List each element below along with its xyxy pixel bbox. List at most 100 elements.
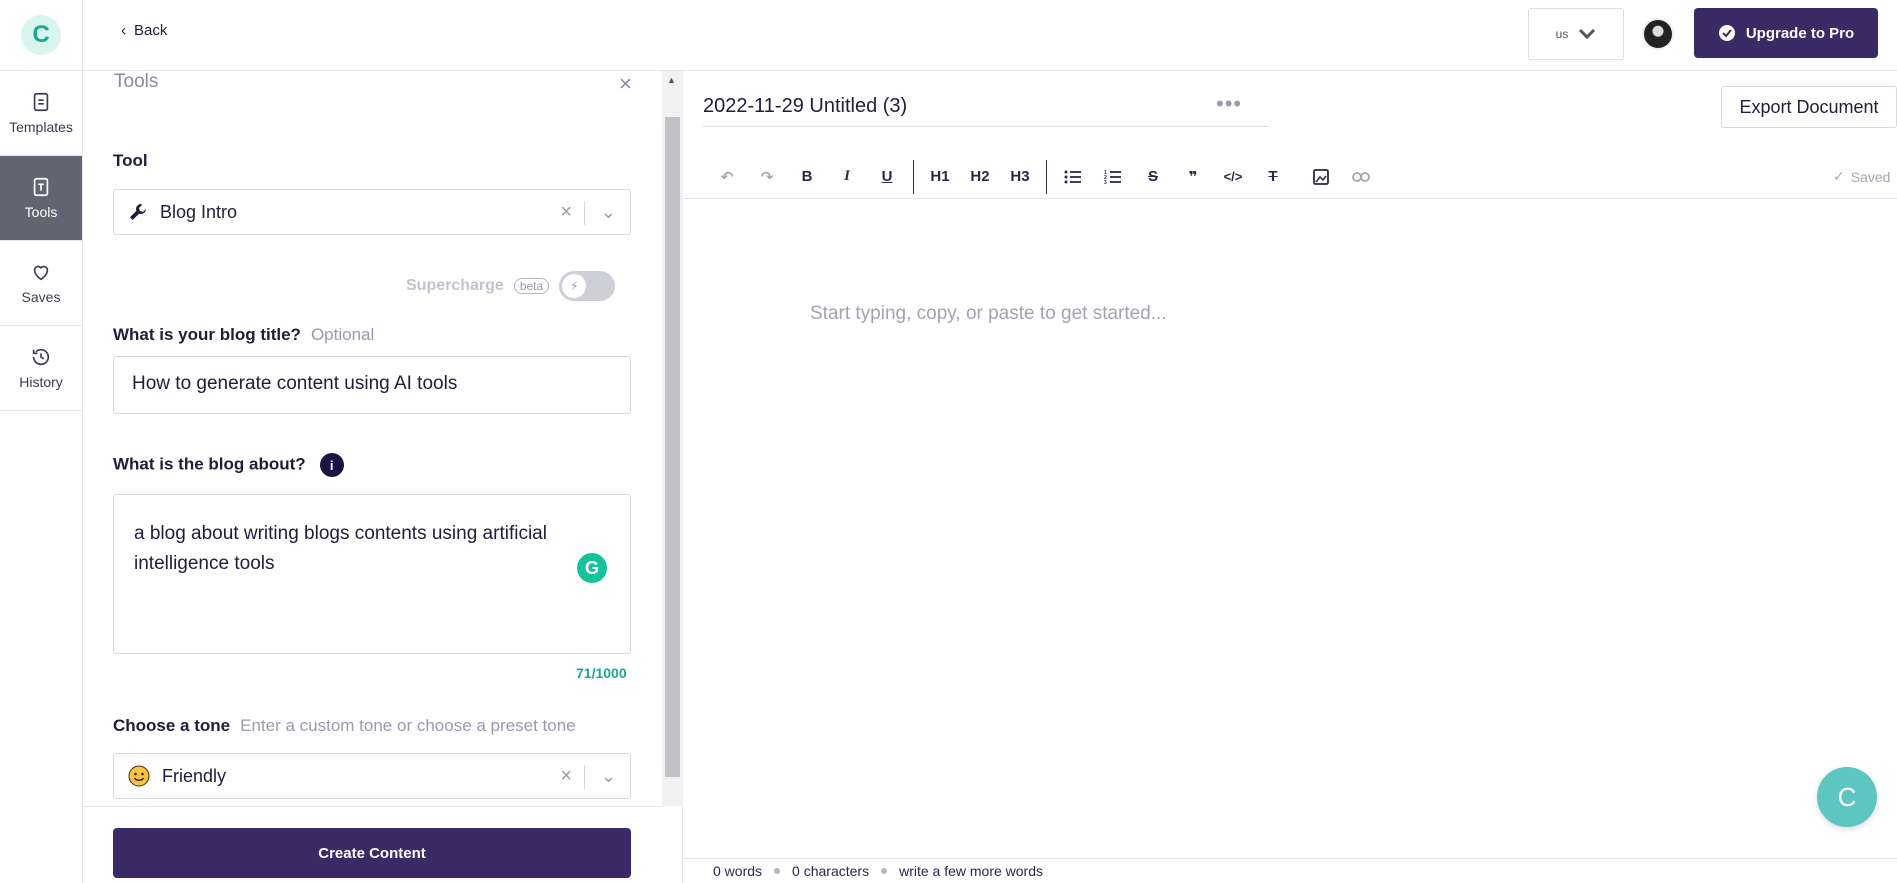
- code-icon[interactable]: </>: [1213, 160, 1253, 194]
- status-bar: 0 words 0 characters write a few more wo…: [683, 858, 1897, 883]
- formatting-toolbar: ↶ ↷ B I U H1 H2 H3 123 S ❞ </> T ✓ Saved: [683, 155, 1897, 199]
- supercharge-label: Supercharge: [406, 277, 504, 294]
- tool-select[interactable]: Blog Intro × ⌄: [113, 189, 631, 235]
- scrollbar-thumb[interactable]: [665, 117, 680, 777]
- tone-hint: Enter a custom tone or choose a preset t…: [240, 716, 576, 735]
- tone-select[interactable]: Friendly × ⌄: [113, 753, 631, 799]
- word-count: 0 words: [713, 863, 763, 879]
- chevron-down-icon[interactable]: ⌄: [601, 766, 616, 787]
- bullet-list-icon[interactable]: [1053, 160, 1093, 194]
- chat-launcher-button[interactable]: C: [1817, 767, 1877, 827]
- divider: [584, 765, 585, 789]
- blog-about-label-text: What is the blog about?: [113, 454, 306, 474]
- badge-check-icon: [1718, 25, 1735, 41]
- avatar[interactable]: [1642, 18, 1674, 50]
- app: C Templates Tools Saves History ‹ Back u…: [0, 0, 1897, 883]
- supercharge-toggle[interactable]: ⚡: [559, 271, 616, 301]
- h1-button[interactable]: H1: [920, 160, 960, 194]
- redo-icon[interactable]: ↷: [747, 160, 787, 194]
- wrench-icon: [128, 202, 148, 222]
- blog-title-label: What is your blog title? Optional: [113, 325, 374, 345]
- grammarly-icon[interactable]: G: [577, 553, 607, 583]
- underline-button[interactable]: U: [867, 160, 907, 194]
- top-bar: ‹ Back us Upgrade to Pro: [83, 0, 1897, 71]
- separator-dot: [774, 868, 781, 874]
- separator-dot: [881, 868, 888, 874]
- country-select[interactable]: us: [1528, 8, 1624, 60]
- close-icon[interactable]: ×: [619, 71, 632, 97]
- logo-icon: C: [21, 15, 61, 55]
- blockquote-icon[interactable]: ❞: [1173, 160, 1213, 194]
- undo-icon[interactable]: ↶: [707, 160, 747, 194]
- rail-item-label: Saves: [21, 289, 61, 305]
- clear-format-icon[interactable]: T: [1253, 160, 1293, 194]
- blog-title-label-text: What is your blog title?: [113, 325, 301, 344]
- scroll-up-icon[interactable]: ▲: [667, 75, 676, 85]
- rail-item-tools[interactable]: Tools: [0, 156, 82, 241]
- smile-icon: [128, 765, 150, 787]
- lightning-icon: ⚡: [562, 274, 587, 298]
- rail-item-saves[interactable]: Saves: [0, 241, 82, 326]
- panel-title: Tools: [114, 71, 159, 92]
- bold-button[interactable]: B: [787, 160, 827, 194]
- saved-status: ✓ Saved: [1833, 168, 1890, 185]
- app-logo[interactable]: C: [0, 0, 82, 71]
- info-icon[interactable]: i: [319, 453, 344, 477]
- link-icon[interactable]: [1341, 160, 1381, 194]
- upgrade-label: Upgrade to Pro: [1745, 24, 1855, 42]
- document-title[interactable]: 2022-11-29 Untitled (3): [703, 95, 907, 118]
- strikethrough-icon[interactable]: S: [1133, 160, 1173, 194]
- ordered-list-icon[interactable]: 123: [1093, 160, 1133, 194]
- check-icon: ✓: [1833, 168, 1845, 184]
- blog-title-value: How to generate content using AI tools: [132, 373, 458, 394]
- tone-label-text: Choose a tone: [113, 716, 231, 735]
- status-hint: write a few more words: [899, 863, 1044, 879]
- clear-icon[interactable]: ×: [560, 765, 572, 788]
- svg-text:3: 3: [1104, 180, 1107, 185]
- upgrade-button[interactable]: Upgrade to Pro: [1694, 8, 1878, 58]
- character-count: 0 characters: [792, 863, 870, 879]
- chevron-down-icon[interactable]: ⌄: [601, 202, 616, 223]
- italic-button[interactable]: I: [827, 160, 867, 194]
- toolbar-divider: [913, 159, 914, 194]
- beta-badge: beta: [513, 278, 550, 294]
- character-counter: 71/1000: [576, 665, 627, 681]
- saved-label: Saved: [1850, 168, 1891, 185]
- image-icon[interactable]: [1301, 160, 1341, 194]
- chevron-left-icon: ‹: [121, 22, 126, 39]
- tool-label: Tool: [113, 151, 148, 170]
- toolbar-divider: [1046, 159, 1047, 194]
- chevron-down-icon: [1579, 28, 1596, 40]
- country-value: us: [1555, 27, 1569, 41]
- rail-item-label: Tools: [24, 204, 58, 220]
- supercharge-row: Supercharge beta ⚡: [406, 271, 616, 301]
- blog-about-textarea[interactable]: a blog about writing blogs contents usin…: [113, 494, 631, 654]
- optional-hint: Optional: [310, 325, 375, 344]
- divider: [584, 201, 585, 225]
- document-icon: [33, 92, 49, 112]
- blog-about-value: a blog about writing blogs contents usin…: [134, 523, 547, 574]
- title-underline: [703, 126, 1269, 127]
- tool-icon: [33, 177, 49, 197]
- blog-title-input[interactable]: How to generate content using AI tools: [113, 356, 631, 414]
- blog-about-label: What is the blog about? i: [113, 453, 344, 477]
- editor-placeholder[interactable]: Start typing, copy, or paste to get star…: [810, 303, 1167, 325]
- back-label: Back: [134, 22, 168, 39]
- create-content-button[interactable]: Create Content: [113, 828, 631, 878]
- export-document-button[interactable]: Export Document: [1721, 86, 1897, 128]
- rail-item-label: Templates: [9, 119, 73, 135]
- h3-button[interactable]: H3: [1000, 160, 1040, 194]
- tone-value: Friendly: [162, 765, 227, 786]
- back-button[interactable]: ‹ Back: [121, 22, 167, 39]
- tone-label: Choose a tone Enter a custom tone or choo…: [113, 716, 576, 736]
- editor: 2022-11-29 Untitled (3) ••• Export Docum…: [683, 71, 1897, 883]
- h2-button[interactable]: H2: [960, 160, 1000, 194]
- more-options-icon[interactable]: •••: [1216, 91, 1242, 117]
- clear-icon[interactable]: ×: [560, 201, 572, 224]
- rail-item-history[interactable]: History: [0, 326, 82, 411]
- tools-panel: Tools × ▲ Tool Blog Intro × ⌄ Supercharg…: [83, 71, 683, 883]
- heart-icon: [33, 265, 49, 281]
- rail-item-label: History: [19, 374, 63, 390]
- left-rail: C Templates Tools Saves History: [0, 0, 83, 883]
- rail-item-templates[interactable]: Templates: [0, 71, 82, 156]
